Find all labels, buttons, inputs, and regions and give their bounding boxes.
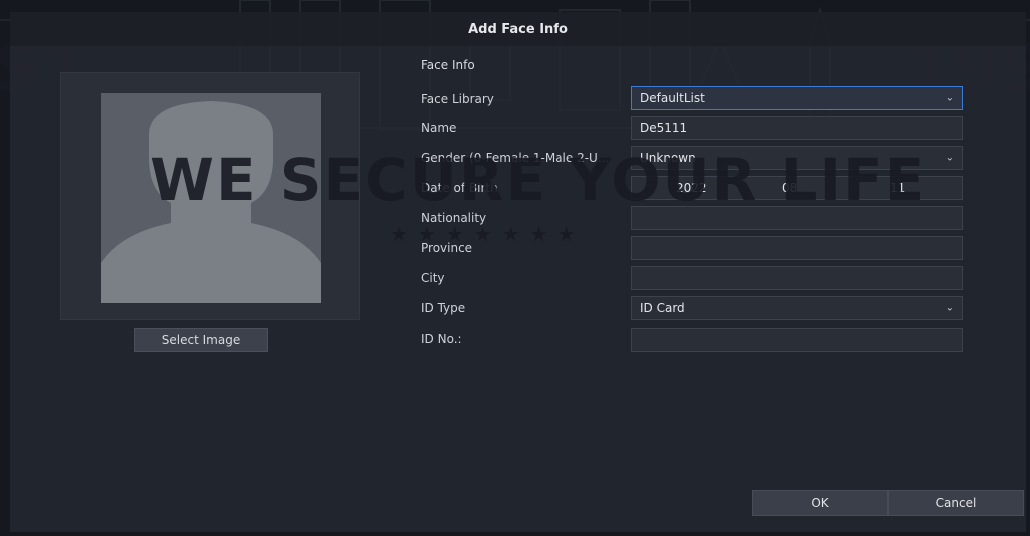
city-input[interactable]	[631, 266, 963, 290]
label-id-no: ID No.:	[421, 332, 462, 346]
chevron-down-icon: ⌄	[945, 92, 954, 104]
chevron-down-icon: ⌄	[945, 152, 954, 164]
ok-button[interactable]: OK	[752, 490, 888, 516]
label-id-type: ID Type	[421, 301, 466, 315]
cancel-button[interactable]: Cancel	[888, 490, 1024, 516]
dialog-title: Add Face Info	[468, 21, 568, 37]
province-input[interactable]	[631, 236, 963, 260]
dialog-title-bar: Add Face Info	[10, 12, 1026, 46]
face-library-select[interactable]: DefaultList ⌄	[631, 86, 963, 110]
watermark-stars: ★★★★★★★	[390, 222, 586, 246]
watermark-slogan: WE SECURE YOUR LIFE	[150, 146, 927, 214]
name-input[interactable]: De5111	[631, 116, 963, 140]
label-name: Name	[421, 121, 457, 135]
id-type-value: ID Card	[640, 301, 685, 315]
label-face-library: Face Library	[421, 92, 494, 106]
name-value: De5111	[640, 121, 688, 135]
label-city: City	[421, 271, 445, 285]
id-no-input[interactable]	[631, 328, 963, 352]
id-type-select[interactable]: ID Card ⌄	[631, 296, 963, 320]
section-face-info: Face Info	[421, 58, 475, 72]
chevron-down-icon: ⌄	[945, 302, 954, 314]
select-image-button[interactable]: Select Image	[134, 328, 268, 352]
face-library-value: DefaultList	[640, 91, 705, 105]
